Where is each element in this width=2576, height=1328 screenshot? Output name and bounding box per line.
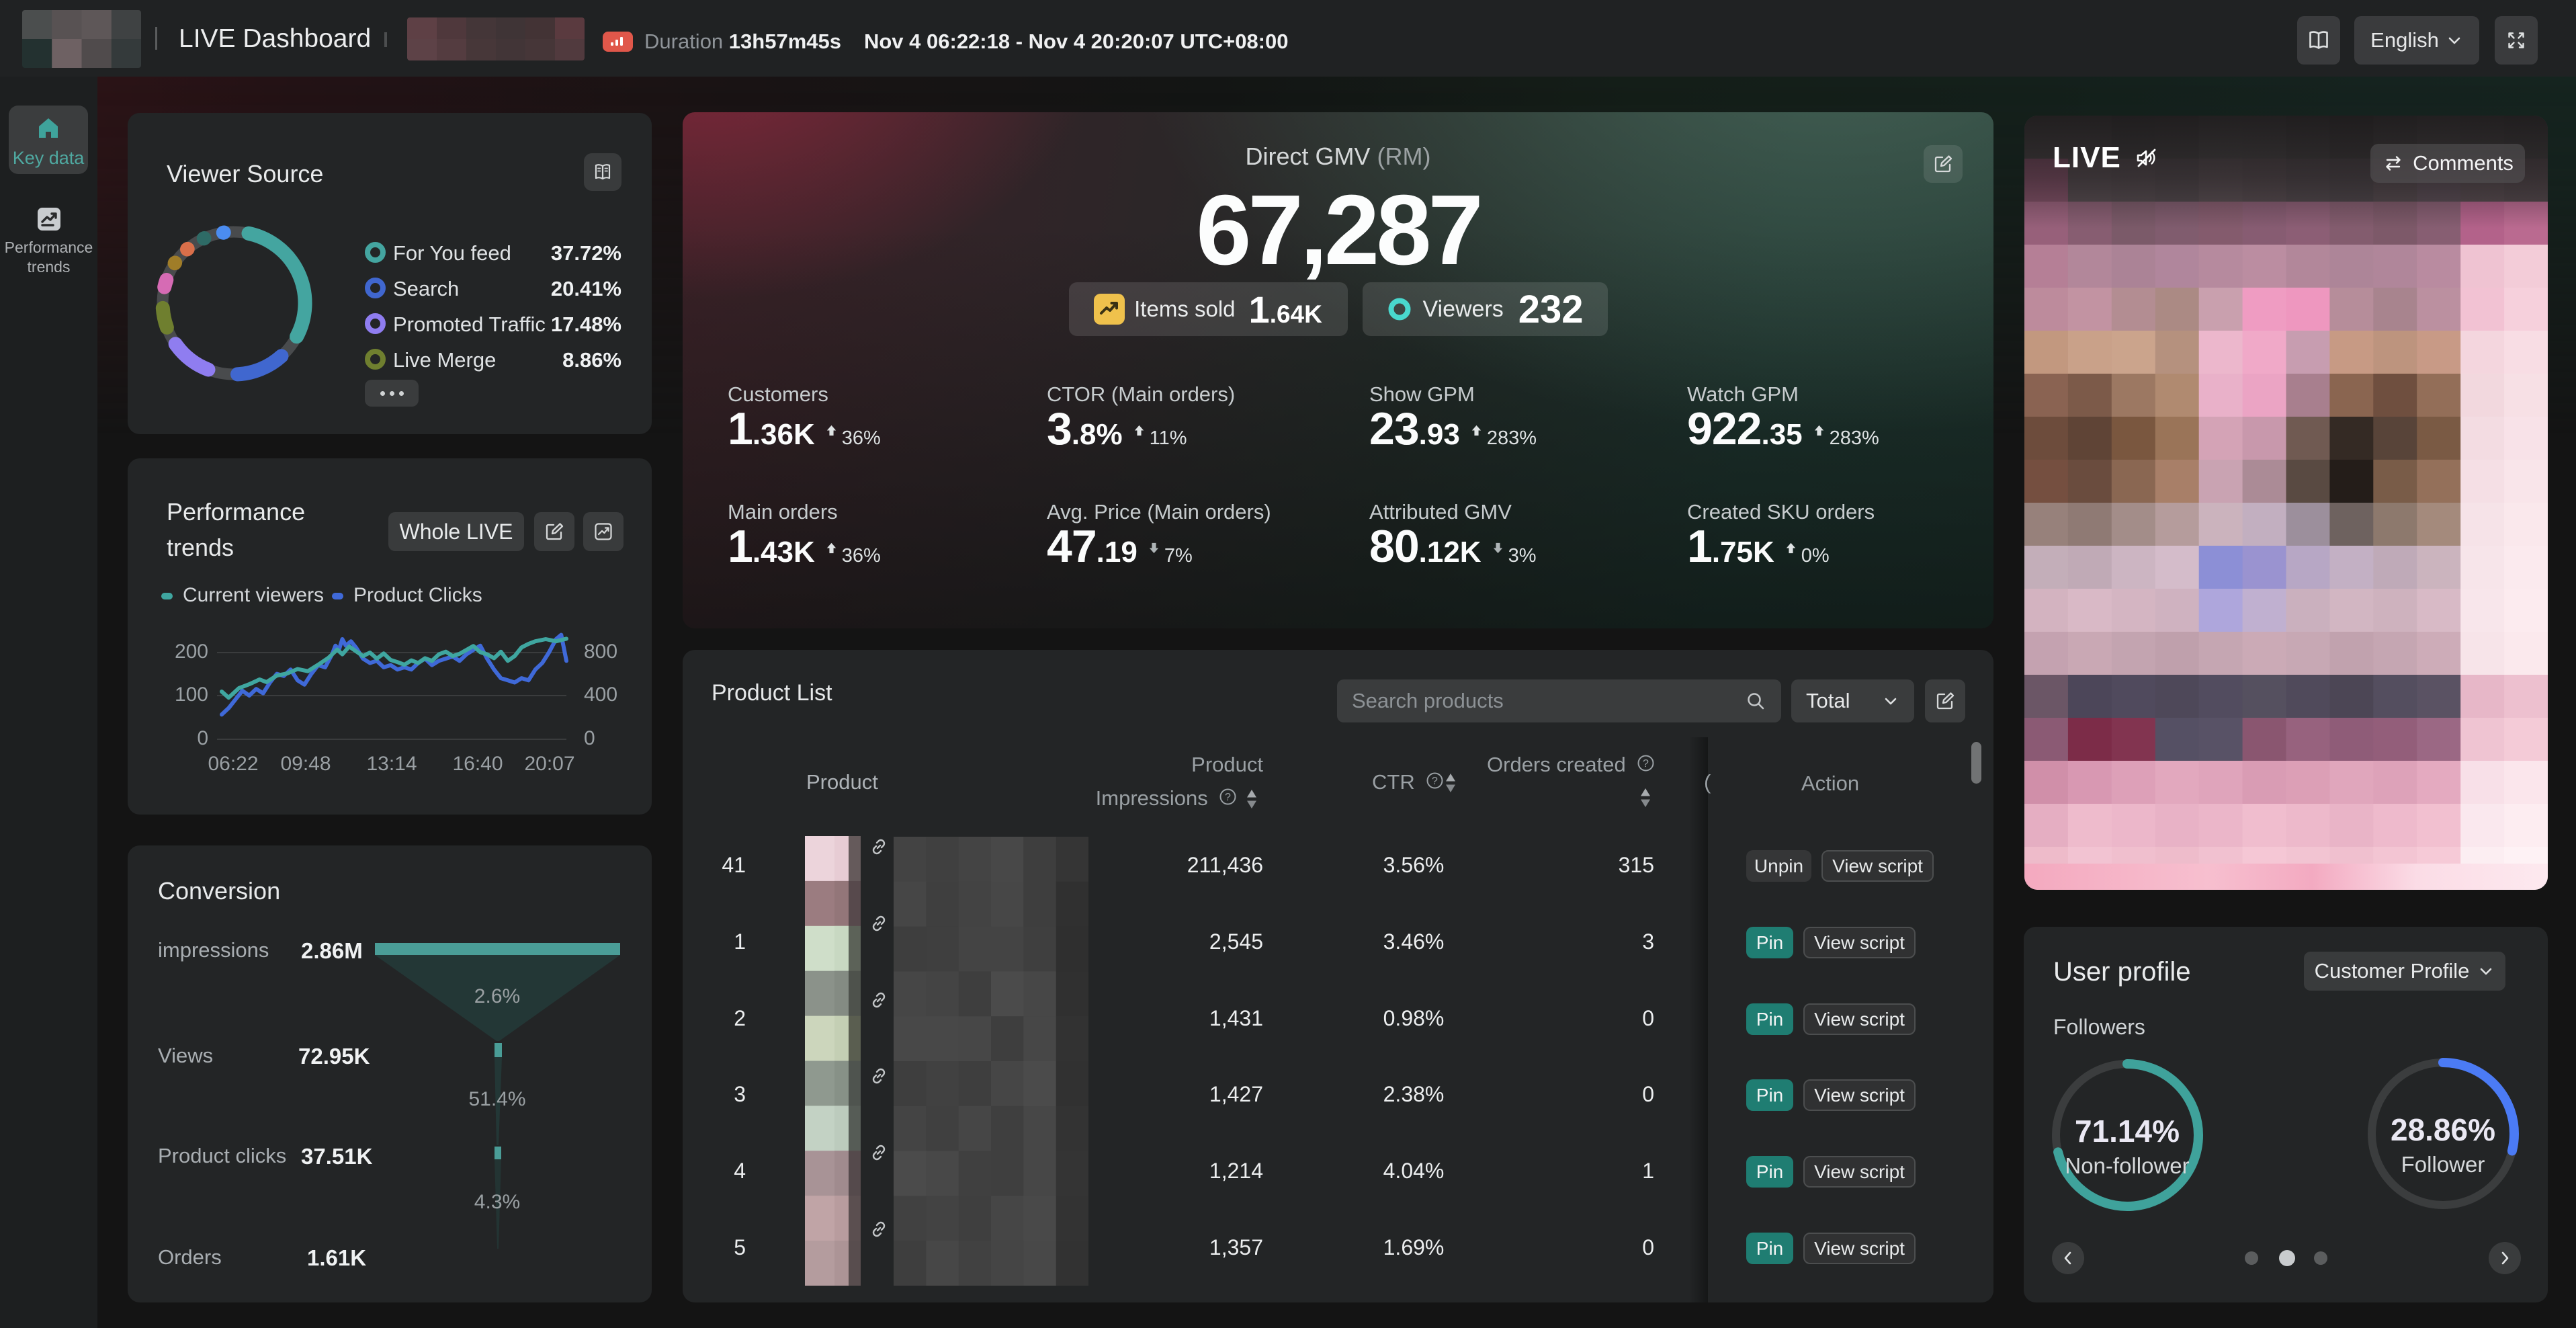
svg-text:?: ? bbox=[1432, 776, 1438, 787]
svg-text:?: ? bbox=[1225, 792, 1231, 803]
svg-text:?: ? bbox=[1643, 758, 1649, 770]
